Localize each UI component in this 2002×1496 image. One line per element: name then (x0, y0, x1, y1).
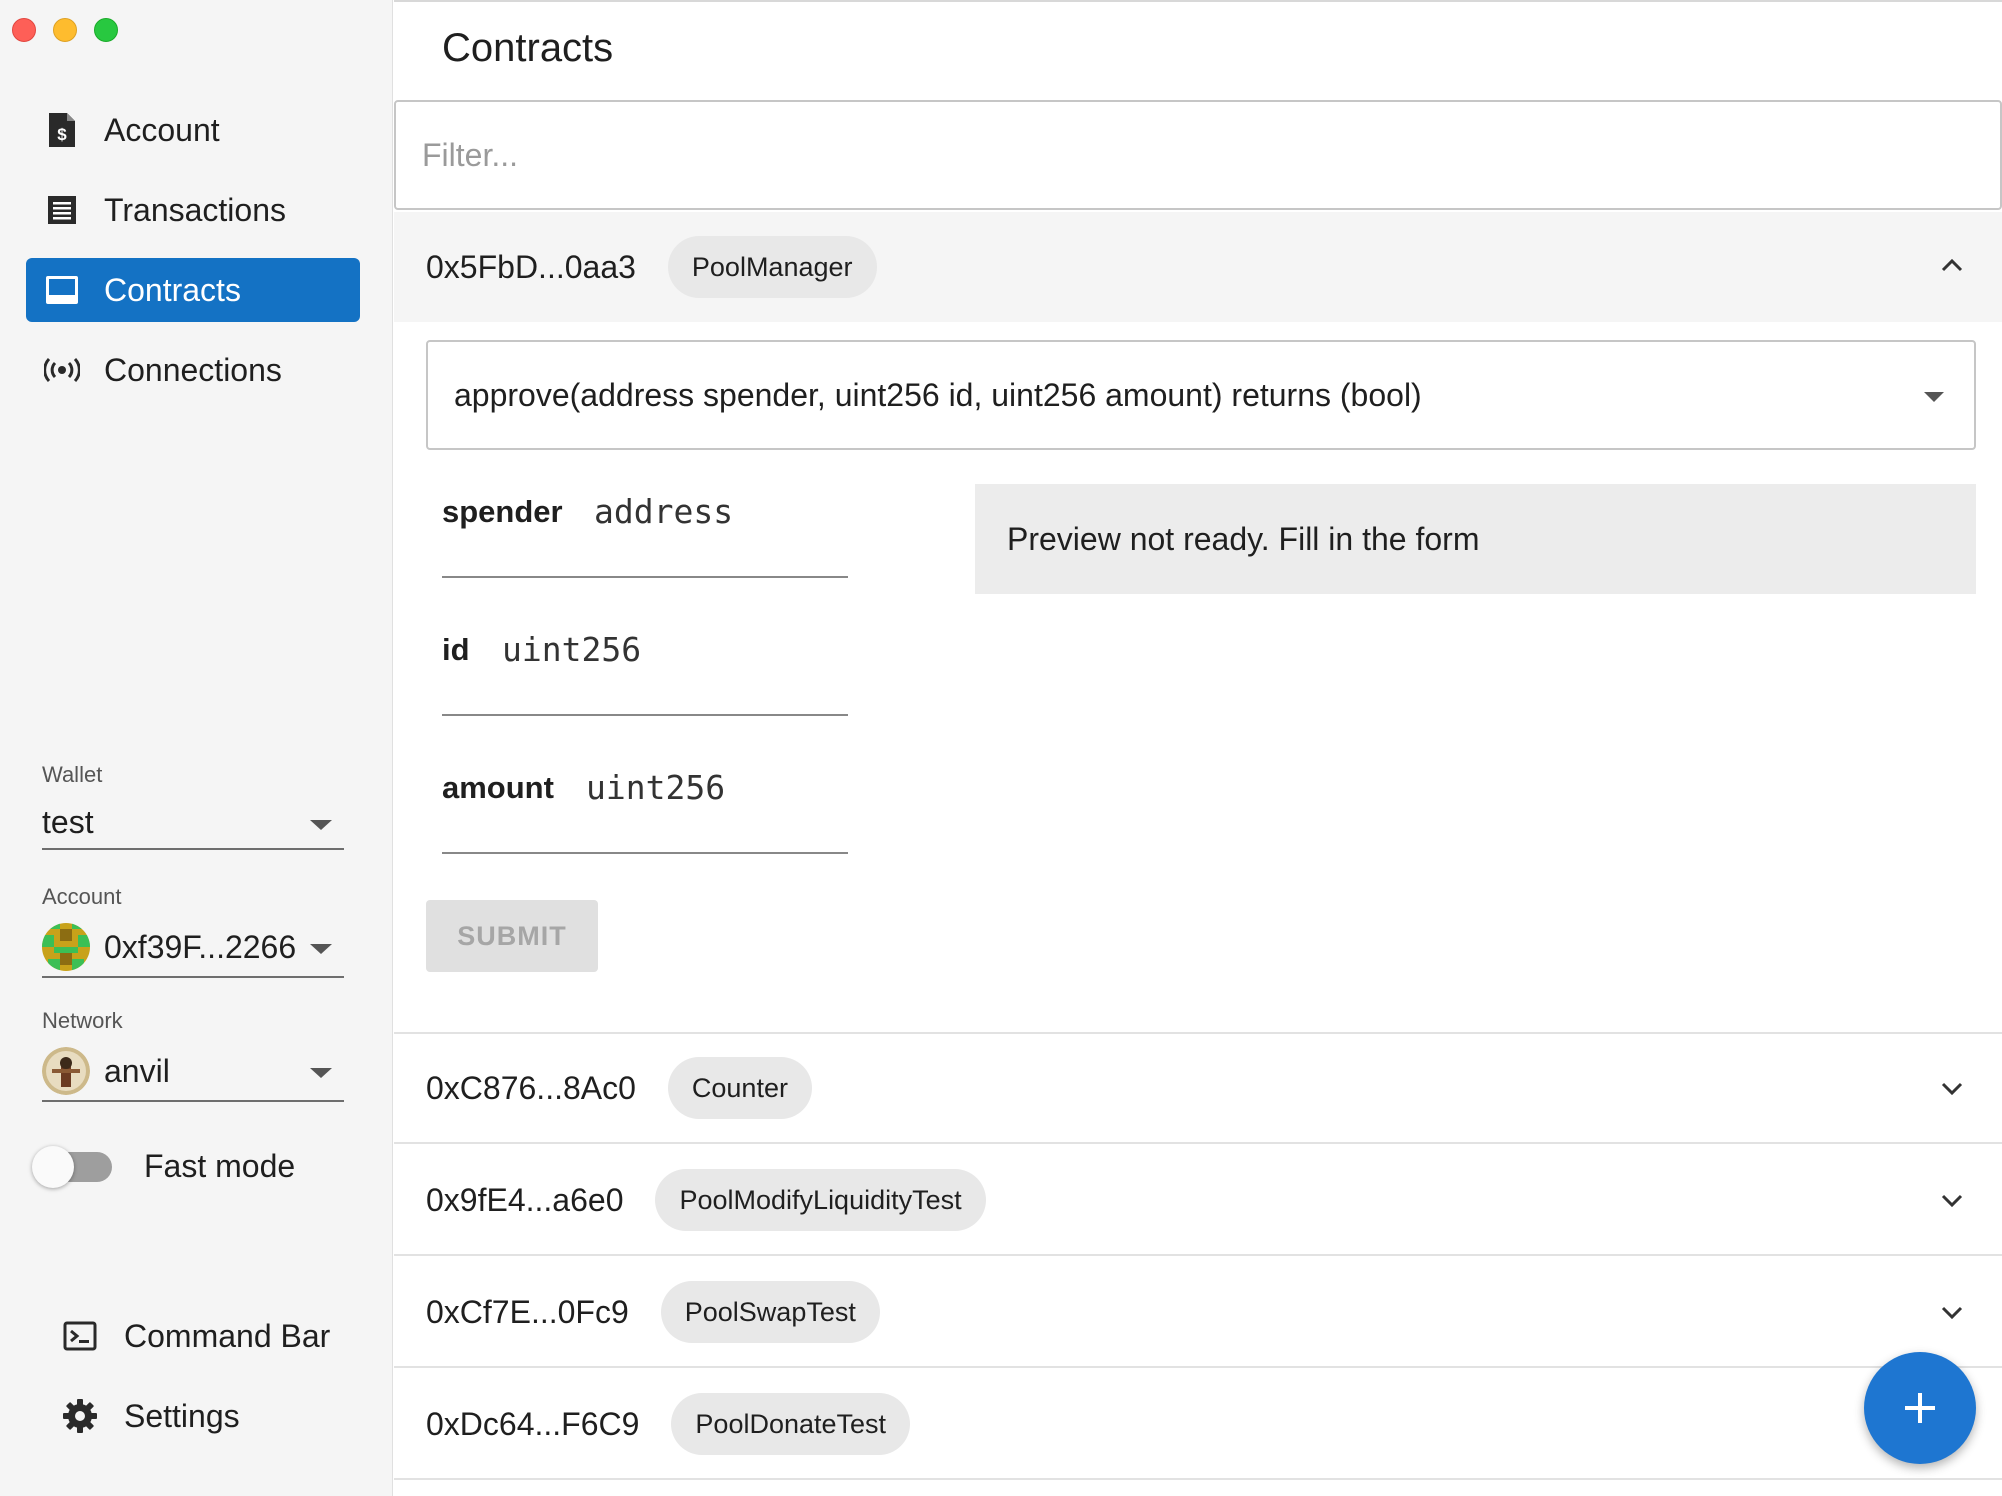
page-title: Contracts (442, 26, 614, 70)
account-identicon-avatar (42, 923, 90, 971)
sidebar-item-label: Connections (104, 351, 282, 388)
function-signature: approve(address spender, uint256 id, uin… (454, 376, 1422, 413)
wallet-label: Wallet (42, 762, 103, 787)
contract-row-counter[interactable]: 0xC876...8Ac0 Counter (394, 1034, 2002, 1144)
contract-name-chip: PoolSwapTest (660, 1281, 880, 1343)
settings-button[interactable]: Settings (42, 1384, 362, 1448)
param-field-amount[interactable]: amount uint256 (442, 746, 848, 854)
wallet-select[interactable]: test (42, 796, 344, 850)
sidebar-bottom-nav: Command Bar Settings (42, 1304, 362, 1464)
receipt-list-icon (44, 192, 80, 228)
contract-name-chip: PoolDonateTest (671, 1393, 911, 1455)
svg-text:$: $ (57, 125, 67, 144)
dropdown-caret-icon (310, 820, 332, 830)
command-bar-label: Command Bar (124, 1317, 331, 1354)
sidebar-nav: $ Account Transactions Contracts Connect… (26, 98, 360, 418)
contract-address: 0xDc64...F6C9 (426, 1405, 640, 1442)
chevron-down-icon[interactable] (1938, 1298, 1966, 1326)
window-controls (12, 18, 118, 42)
dropdown-caret-icon (310, 944, 332, 954)
contract-name-chip: PoolModifyLiquidityTest (655, 1169, 986, 1231)
sidebar-item-label: Account (104, 111, 220, 148)
function-select[interactable]: approve(address spender, uint256 id, uin… (426, 340, 1976, 450)
contract-details-panel: approve(address spender, uint256 id, uin… (394, 322, 2002, 1032)
add-contract-button[interactable] (1864, 1352, 1976, 1464)
contract-name-chip: PoolManager (667, 236, 877, 298)
filter-field[interactable] (394, 100, 2002, 210)
contract-row-poolmanager[interactable]: 0x5FbD...0aa3 PoolManager (394, 212, 2002, 322)
preview-text: Preview not ready. Fill in the form (1007, 520, 1480, 557)
fast-mode-switch[interactable] (32, 1145, 112, 1188)
network-value: anvil (104, 1052, 170, 1089)
account-value: 0xf39F...2266 (104, 928, 297, 965)
param-name: id (442, 632, 470, 667)
wallet-value: test (42, 803, 94, 840)
dropdown-caret-icon (1924, 392, 1944, 402)
dropdown-caret-icon (310, 1068, 332, 1078)
chevron-down-icon[interactable] (1938, 1186, 1966, 1214)
sidebar-item-label: Transactions (104, 191, 286, 228)
filter-input[interactable] (396, 102, 2000, 208)
param-type: uint256 (502, 630, 642, 669)
window-zoom-button[interactable] (94, 18, 118, 42)
main-panel: Contracts 0x5FbD...0aa3 PoolManager appr… (394, 0, 2002, 1496)
contract-address: 0xCf7E...0Fc9 (426, 1293, 629, 1330)
contract-address: 0xC876...8Ac0 (426, 1069, 636, 1106)
contract-address: 0x5FbD...0aa3 (426, 248, 636, 285)
fast-mode-toggle[interactable]: Fast mode (32, 1145, 296, 1188)
param-name: spender (442, 494, 563, 529)
window-minimize-button[interactable] (53, 18, 77, 42)
broadcast-icon (44, 352, 80, 388)
switch-thumb (32, 1145, 74, 1188)
param-type: uint256 (586, 768, 726, 807)
terminal-icon (60, 1316, 100, 1356)
submit-button[interactable]: SUBMIT (426, 900, 598, 972)
document-dollar-icon: $ (44, 112, 80, 148)
contract-row-pooldonatetest[interactable]: 0xDc64...F6C9 PoolDonateTest (394, 1370, 2002, 1480)
contract-row-poolmodifyliquiditytest[interactable]: 0x9fE4...a6e0 PoolModifyLiquidityTest (394, 1146, 2002, 1256)
contract-row-poolswaptest[interactable]: 0xCf7E...0Fc9 PoolSwapTest (394, 1258, 2002, 1368)
sidebar-item-account[interactable]: $ Account (26, 98, 360, 162)
sidebar-item-label: Contracts (104, 271, 241, 308)
preview-panel: Preview not ready. Fill in the form (975, 484, 1976, 594)
sidebar: $ Account Transactions Contracts Connect… (0, 0, 393, 1496)
param-type: address (594, 492, 734, 531)
sidebar-item-contracts[interactable]: Contracts (26, 258, 360, 322)
fast-mode-label: Fast mode (144, 1148, 296, 1184)
wallet-select-group: Wallet test (42, 762, 344, 850)
chevron-down-icon[interactable] (1938, 1074, 1966, 1102)
param-field-spender[interactable]: spender address (442, 470, 848, 578)
contract-name-chip: Counter (667, 1057, 812, 1119)
chevron-up-icon[interactable] (1938, 252, 1966, 280)
command-bar-button[interactable]: Command Bar (42, 1304, 362, 1368)
settings-label: Settings (124, 1397, 240, 1434)
param-name: amount (442, 770, 554, 805)
top-divider (394, 0, 2002, 2)
gear-icon (60, 1396, 100, 1436)
account-label: Account (42, 884, 122, 909)
network-select-group: Network anvil (42, 1008, 344, 1102)
sidebar-item-transactions[interactable]: Transactions (26, 178, 360, 242)
account-select[interactable]: 0xf39F...2266 (42, 918, 344, 978)
contract-window-icon (44, 272, 80, 308)
window-close-button[interactable] (12, 18, 36, 42)
contract-address: 0x9fE4...a6e0 (426, 1181, 624, 1218)
param-field-id[interactable]: id uint256 (442, 608, 848, 716)
network-select[interactable]: anvil (42, 1042, 344, 1102)
account-select-group: Account 0xf39F...2266 (42, 884, 344, 978)
sidebar-item-connections[interactable]: Connections (26, 338, 360, 402)
plus-icon (1905, 1393, 1935, 1423)
network-label: Network (42, 1008, 123, 1033)
network-avatar (42, 1047, 90, 1095)
